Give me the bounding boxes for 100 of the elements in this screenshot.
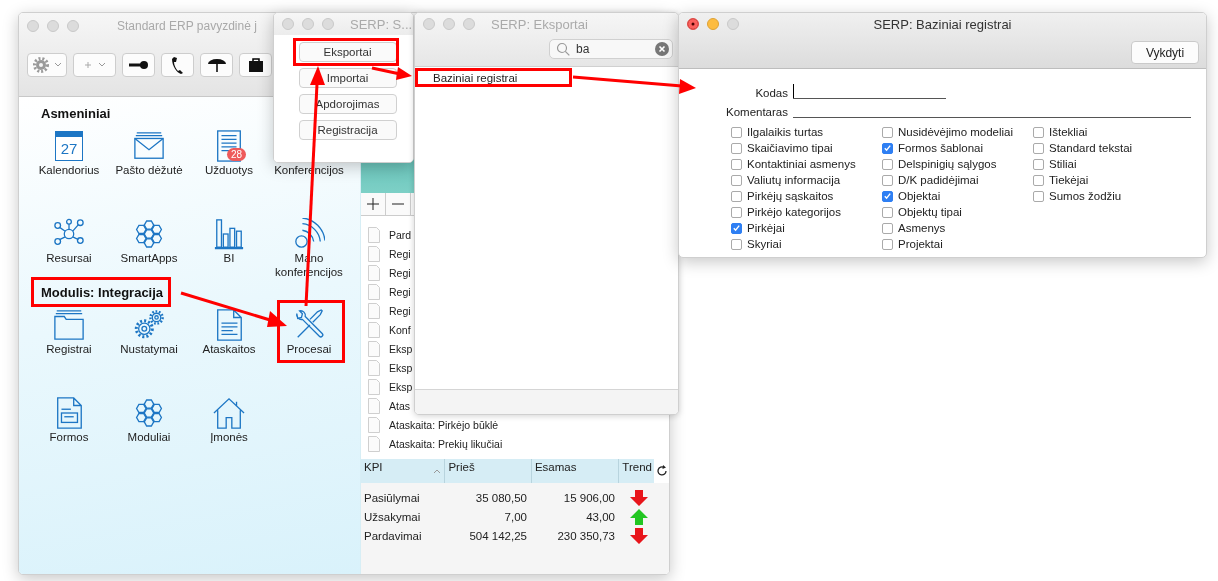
checkbox[interactable] xyxy=(1033,158,1044,170)
menu-button[interactable]: Apdorojimas xyxy=(298,94,397,114)
document-item[interactable]: Konf xyxy=(389,323,411,336)
checkbox[interactable] xyxy=(1033,142,1044,154)
column-header[interactable]: Prieš xyxy=(445,459,532,483)
module-label[interactable]: Ataskaitos xyxy=(190,342,268,356)
checkbox[interactable] xyxy=(882,158,893,170)
checkbox[interactable] xyxy=(882,174,893,186)
checkbox-label[interactable]: Projektai xyxy=(898,238,943,250)
checkbox-label[interactable]: Pirkėjo kategorijos xyxy=(747,206,841,218)
module-label[interactable]: Moduliai xyxy=(110,430,188,444)
checkbox[interactable] xyxy=(1033,190,1044,202)
checkbox[interactable] xyxy=(882,190,893,202)
add-dropdown[interactable] xyxy=(73,53,116,77)
checkbox[interactable] xyxy=(731,158,742,170)
menu-button[interactable]: Registracija xyxy=(298,120,397,140)
clear-icon[interactable] xyxy=(655,42,669,56)
module-label[interactable]: Pašto dėžutė xyxy=(110,163,188,177)
document-item[interactable]: Eksp xyxy=(389,380,413,393)
column-header[interactable]: KPI xyxy=(361,459,446,483)
checkbox[interactable] xyxy=(882,142,893,154)
module-label[interactable]: Procesai xyxy=(270,342,348,356)
checkbox[interactable] xyxy=(731,222,742,234)
document-item[interactable]: Regi xyxy=(389,304,411,317)
checkbox-label[interactable]: Ilgalaikis turtas xyxy=(747,126,824,138)
section-heading: Modulis: Integracija xyxy=(41,285,164,300)
document-item[interactable]: Regi xyxy=(389,266,411,279)
menu-button[interactable]: Eksportai xyxy=(298,42,397,62)
checkbox[interactable] xyxy=(731,174,742,186)
key-button[interactable] xyxy=(122,53,155,77)
document-item[interactable]: Eksp xyxy=(389,361,413,374)
document-item[interactable]: Regi xyxy=(389,247,411,260)
document-item[interactable]: Pard xyxy=(389,228,412,241)
module-label[interactable]: Registrai xyxy=(30,342,108,356)
minimize-button[interactable] xyxy=(302,18,314,30)
module-label[interactable]: SmartApps xyxy=(110,251,188,265)
annotation-arrow xyxy=(371,66,412,80)
checkbox-label[interactable]: Standard tekstai xyxy=(1049,142,1133,154)
checkbox-label[interactable]: Objektai xyxy=(898,190,941,202)
column-header[interactable]: Trend xyxy=(619,459,655,483)
checkbox-label[interactable]: Valiutų informacija xyxy=(747,174,841,186)
document-icon xyxy=(368,226,380,243)
column-header[interactable]: Esamas xyxy=(531,459,620,483)
checkbox-label[interactable]: Pirkėjai xyxy=(747,222,785,234)
checkbox-label[interactable]: Kontaktiniai asmenys xyxy=(747,158,856,170)
checkbox-label[interactable]: Skaičiavimo tipai xyxy=(747,142,833,154)
document-item[interactable]: Eksp xyxy=(389,342,413,355)
checkbox[interactable] xyxy=(731,126,742,138)
checkbox-label[interactable]: Sumos žodžiu xyxy=(1049,190,1122,202)
module-label[interactable]: Resursai xyxy=(30,251,108,265)
checkbox-label[interactable]: Skyriai xyxy=(747,238,782,250)
checkbox-label[interactable]: Asmenys xyxy=(898,222,946,234)
zoom-button[interactable] xyxy=(727,18,739,30)
checkbox-label[interactable]: Formos šablonai xyxy=(898,142,983,154)
checkbox[interactable] xyxy=(731,190,742,202)
checkbox-label[interactable]: Stiliai xyxy=(1049,158,1077,170)
module-label[interactable]: Formos xyxy=(30,430,108,444)
document-item[interactable]: Ataskaita: Prekių likučiai xyxy=(389,437,503,450)
phone-button[interactable] xyxy=(161,53,194,77)
checkbox-label[interactable]: Ištekliai xyxy=(1049,126,1088,138)
checkbox[interactable] xyxy=(882,222,893,234)
minimize-button[interactable] xyxy=(443,18,455,30)
checkbox[interactable] xyxy=(882,238,893,250)
umbrella-button[interactable] xyxy=(200,53,233,77)
zoom-button[interactable] xyxy=(463,18,475,30)
minimize-button[interactable] xyxy=(47,20,59,32)
close-button[interactable] xyxy=(687,18,699,30)
briefcase-button[interactable] xyxy=(239,53,272,77)
checkbox-label[interactable]: Nusidėvėjimo modeliai xyxy=(898,126,1014,138)
checkbox[interactable] xyxy=(731,142,742,154)
search-field[interactable]: ba xyxy=(549,39,673,59)
input-field[interactable] xyxy=(793,84,946,99)
document-item[interactable]: Regi xyxy=(389,285,411,298)
module-label[interactable]: Nustatymai xyxy=(110,342,188,356)
zoom-button[interactable] xyxy=(322,18,334,30)
checkbox-label[interactable]: Objektų tipai xyxy=(898,206,962,218)
checkbox-label[interactable]: Delspinigių sąlygos xyxy=(898,158,997,170)
checkbox[interactable] xyxy=(1033,174,1044,186)
list-item[interactable]: Baziniai registrai xyxy=(433,71,518,84)
checkbox[interactable] xyxy=(731,206,742,218)
document-item[interactable]: Ataskaita: Pirkėjo būklė xyxy=(389,418,499,431)
settings-dropdown[interactable] xyxy=(27,53,67,77)
module-label[interactable]: Įmonės xyxy=(190,430,268,444)
checkbox-label[interactable]: Pirkėjų sąskaitos xyxy=(747,190,834,202)
module-label[interactable]: Užduotys xyxy=(190,163,268,177)
checkbox-label[interactable]: Tiekėjai xyxy=(1049,174,1089,186)
document-item[interactable]: Atas xyxy=(389,399,410,412)
document-icon xyxy=(368,340,380,357)
checkbox-label[interactable]: D/K padidėjimai xyxy=(898,174,979,186)
checkbox[interactable] xyxy=(882,126,893,138)
field-label: Kodas xyxy=(754,87,789,99)
checkbox[interactable] xyxy=(1033,126,1044,138)
minimize-button[interactable] xyxy=(707,18,719,30)
checkbox[interactable] xyxy=(882,206,893,218)
checkbox[interactable] xyxy=(731,238,742,250)
run-button[interactable]: Vykdyti xyxy=(1131,41,1199,64)
module-label[interactable]: Kalendorius xyxy=(30,163,108,177)
zoom-button[interactable] xyxy=(67,20,79,32)
module-label[interactable]: BI xyxy=(190,251,268,265)
refresh-button[interactable] xyxy=(654,459,669,483)
